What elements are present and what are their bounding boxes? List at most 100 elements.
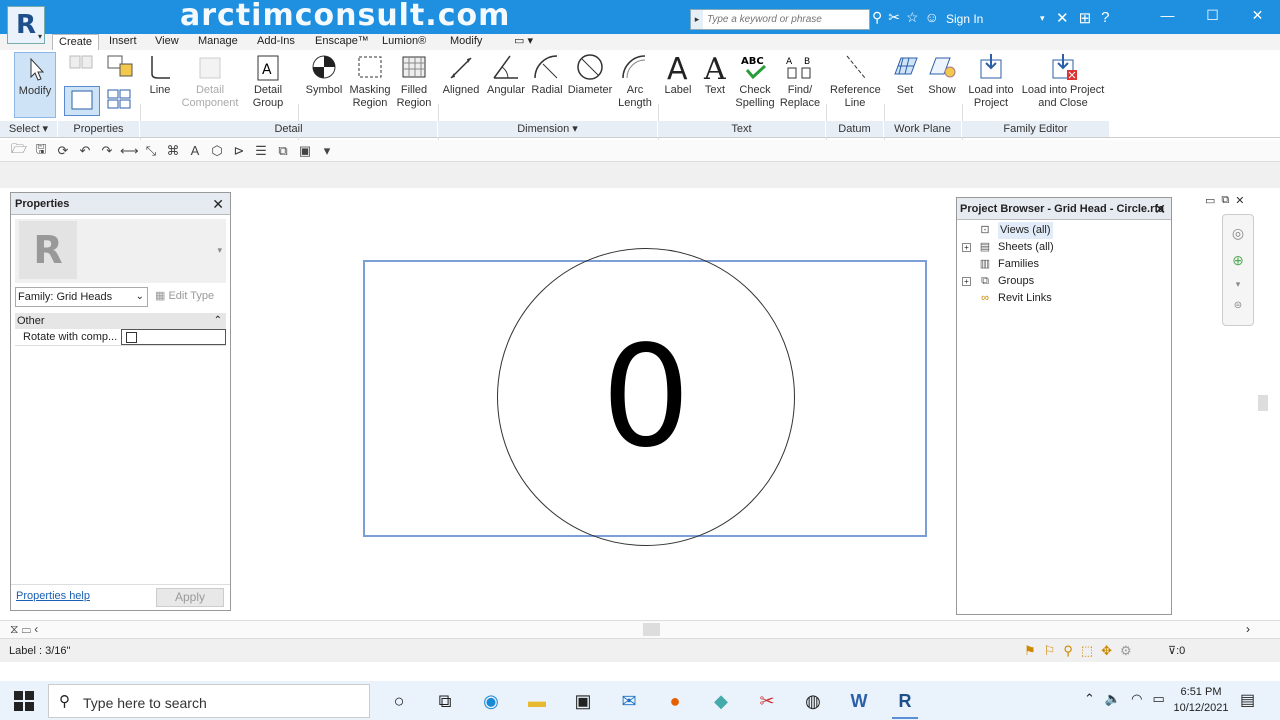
filled-region-button[interactable]: Filled Region bbox=[394, 52, 434, 110]
drag-elements-icon[interactable]: ✥ bbox=[1101, 643, 1112, 659]
nav-bar-options-icon[interactable]: ⊜ bbox=[1223, 300, 1253, 311]
tools-icon[interactable]: ✂ bbox=[888, 9, 900, 26]
load-into-project-close-button[interactable]: Load into Project and Close bbox=[1018, 52, 1108, 110]
maximize-button[interactable]: ☐ bbox=[1190, 0, 1235, 32]
background-process-icon[interactable]: ⚙ bbox=[1120, 643, 1132, 659]
angular-dimension-button[interactable]: Angular bbox=[484, 52, 528, 97]
help-search-box[interactable]: ▸ bbox=[690, 9, 870, 30]
find-replace-button[interactable]: AB Find/ Replace bbox=[778, 52, 822, 110]
system-clock[interactable]: 6:51 PM 10/12/2021 bbox=[1166, 684, 1236, 716]
family-types-icon[interactable] bbox=[104, 52, 136, 84]
mail-icon[interactable]: ✉ bbox=[606, 683, 652, 719]
tab-create[interactable]: Create bbox=[52, 34, 100, 50]
view-scale-icons[interactable]: ⧖ ▭ ‹ bbox=[10, 622, 38, 637]
obs-studio-icon[interactable]: ◍ bbox=[790, 683, 836, 719]
modify-button[interactable]: Modify bbox=[14, 52, 56, 118]
cart-icon[interactable]: ⊞ bbox=[1079, 9, 1092, 27]
tab-view[interactable]: View bbox=[149, 34, 185, 50]
zoom-dropdown-icon[interactable]: ▾ bbox=[1223, 279, 1253, 290]
properties-help-link[interactable]: Properties help bbox=[16, 590, 90, 602]
firefox-icon[interactable]: ● bbox=[652, 683, 698, 719]
dimension-panel-label[interactable]: Dimension ▾ bbox=[438, 121, 658, 137]
select-by-face-icon[interactable]: ⬚ bbox=[1081, 643, 1093, 659]
close-view-icon[interactable]: ✕ bbox=[1235, 194, 1244, 207]
snipping-tool-icon[interactable]: ✂ bbox=[744, 683, 790, 719]
tag-icon[interactable]: ⌘ bbox=[164, 143, 182, 159]
redo-icon[interactable]: ↷ bbox=[98, 143, 116, 159]
horizontal-scroll-thumb[interactable] bbox=[643, 623, 660, 636]
grid-label-text[interactable]: 0 bbox=[596, 318, 696, 478]
select-pinned-icon[interactable]: ⚲ bbox=[1063, 643, 1073, 659]
thin-lines-icon[interactable]: ☰ bbox=[252, 143, 270, 159]
show-hidden-icons-icon[interactable]: ⌃ bbox=[1084, 691, 1095, 707]
sign-in-dropdown-icon[interactable]: ▾ bbox=[1040, 13, 1045, 24]
tree-item-groups[interactable]: + ⧉ Groups bbox=[957, 273, 1171, 290]
binoculars-icon[interactable]: ⚲ bbox=[872, 9, 882, 26]
vertical-scrollbar[interactable] bbox=[1257, 190, 1269, 620]
select-underlay-icon[interactable]: ⚐ bbox=[1044, 643, 1056, 659]
speaker-icon[interactable]: 🔈 bbox=[1105, 691, 1121, 707]
restore-view-icon[interactable]: ⧉ bbox=[1221, 194, 1229, 207]
chevron-down-icon[interactable]: ▾ bbox=[217, 245, 222, 256]
edge-browser-icon[interactable]: ◉ bbox=[468, 683, 514, 719]
customize-qat-icon[interactable]: ▾ bbox=[318, 143, 336, 159]
filter-count[interactable]: ⊽:0 bbox=[1168, 644, 1185, 657]
word-icon[interactable]: W bbox=[836, 683, 882, 719]
detail-group-button[interactable]: A Detail Group bbox=[246, 52, 290, 110]
radial-dimension-button[interactable]: Radial bbox=[530, 52, 564, 97]
tree-item-views[interactable]: ⊡ Views (all) bbox=[957, 222, 1171, 239]
task-view-icon[interactable]: ⧉ bbox=[422, 683, 468, 719]
section-icon[interactable]: ⊳ bbox=[230, 143, 248, 159]
detail-component-button[interactable]: Detail Component bbox=[179, 52, 241, 110]
tab-add-ins[interactable]: Add-Ins bbox=[251, 34, 301, 50]
search-expand-icon[interactable]: ▸ bbox=[691, 10, 703, 29]
store-icon[interactable]: ▣ bbox=[560, 683, 606, 719]
measure-icon[interactable]: ⟷ bbox=[120, 143, 139, 159]
undo-icon[interactable]: ↶ bbox=[76, 143, 94, 159]
sign-in-link[interactable]: Sign In bbox=[946, 12, 983, 26]
properties-type-icon[interactable] bbox=[66, 52, 98, 84]
tab-insert[interactable]: Insert bbox=[103, 34, 143, 50]
label-button[interactable]: A Label bbox=[660, 52, 696, 97]
text-icon[interactable]: A bbox=[186, 143, 204, 158]
aligned-dimension-button[interactable]: Aligned bbox=[440, 52, 482, 97]
set-work-plane-button[interactable]: Set bbox=[888, 52, 922, 97]
vertical-scroll-thumb[interactable] bbox=[1258, 395, 1268, 411]
exchange-apps-icon[interactable]: ✕ bbox=[1056, 9, 1069, 27]
battery-icon[interactable]: ▭ bbox=[1152, 691, 1164, 707]
switch-windows-icon[interactable]: ▣ bbox=[296, 143, 314, 159]
revit-taskbar-icon[interactable]: R bbox=[882, 683, 928, 719]
rotate-with-component-checkbox[interactable] bbox=[126, 332, 137, 343]
line-button[interactable]: Line bbox=[143, 52, 177, 97]
help-search-input[interactable] bbox=[703, 14, 863, 25]
expand-icon[interactable]: + bbox=[962, 243, 971, 252]
family-category-icon[interactable] bbox=[64, 86, 100, 116]
show-work-plane-button[interactable]: Show bbox=[924, 52, 960, 97]
save-icon[interactable]: 🖫 bbox=[32, 140, 50, 162]
open-icon[interactable]: 🗁 bbox=[10, 140, 28, 162]
apply-button[interactable]: Apply bbox=[156, 588, 224, 607]
star-icon[interactable]: ☆ bbox=[906, 9, 919, 26]
dimension-icon[interactable]: ⤡ bbox=[142, 143, 160, 159]
minimize-view-icon[interactable]: ▭ bbox=[1205, 194, 1215, 207]
diameter-dimension-button[interactable]: Diameter bbox=[566, 52, 614, 97]
3d-view-icon[interactable]: ⬡ bbox=[208, 143, 226, 159]
family-filter-select[interactable]: Family: Grid Heads ⌄ bbox=[15, 287, 148, 307]
close-hidden-icon[interactable]: ⧉ bbox=[274, 143, 292, 159]
select-panel-label[interactable]: Select ▾ bbox=[0, 121, 58, 137]
parameter-group-other[interactable]: Other ⌃ bbox=[15, 313, 226, 329]
user-icon[interactable]: ☺ bbox=[925, 9, 939, 26]
revit-app-menu-button[interactable]: R ▾ bbox=[7, 6, 45, 44]
arc-length-dimension-button[interactable]: Arc Length bbox=[616, 52, 654, 110]
tab-lumion[interactable]: Lumion® bbox=[376, 34, 432, 50]
zoom-icon[interactable]: ⊕ bbox=[1223, 252, 1253, 269]
minimize-button[interactable]: — bbox=[1145, 0, 1190, 32]
parameter-value-cell[interactable] bbox=[121, 329, 226, 345]
reference-line-button[interactable]: Reference Line bbox=[830, 52, 881, 110]
scroll-right-icon[interactable]: › bbox=[1246, 622, 1250, 636]
close-button[interactable]: ✕ bbox=[1235, 0, 1280, 32]
help-icon[interactable]: ? bbox=[1101, 9, 1109, 27]
steering-wheel-icon[interactable]: ◎ bbox=[1223, 225, 1253, 242]
taskbar-search-box[interactable]: ⚲ Type here to search bbox=[48, 684, 370, 718]
check-spelling-button[interactable]: ABC Check Spelling bbox=[734, 52, 776, 110]
